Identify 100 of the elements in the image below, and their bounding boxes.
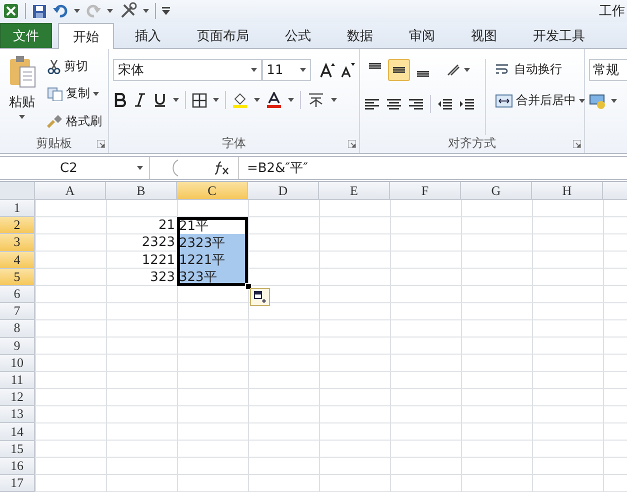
table-cell: 1221平 xyxy=(177,252,248,269)
increase-indent-icon[interactable] xyxy=(459,97,475,111)
insert-function-icon[interactable] xyxy=(214,161,230,175)
text-orientation-icon[interactable] xyxy=(446,63,462,77)
row-header[interactable]: 7 xyxy=(0,303,35,320)
row-header[interactable]: 10 xyxy=(0,354,35,372)
wrap-text-icon xyxy=(495,62,511,76)
number-format-field[interactable]: 常规 xyxy=(589,59,627,81)
ribbon-tab[interactable]: 页面布局 xyxy=(182,23,264,48)
column-header[interactable]: E xyxy=(319,182,390,200)
column-header[interactable]: F xyxy=(390,182,461,200)
align-right-icon[interactable] xyxy=(408,97,424,111)
row-header[interactable]: 9 xyxy=(0,338,35,355)
column-header[interactable]: B xyxy=(106,182,177,200)
merge-center-button[interactable]: 合并后居中 xyxy=(492,90,588,111)
phonetic-guide-icon[interactable] xyxy=(307,92,325,108)
ribbon-tab[interactable]: 视图 xyxy=(456,23,512,48)
column-header[interactable]: D xyxy=(248,182,319,200)
caret-icon xyxy=(331,98,337,102)
caret-icon xyxy=(107,9,113,13)
row-header[interactable]: 6 xyxy=(0,286,35,304)
group-label: 字体 xyxy=(221,135,247,152)
row-header[interactable]: 16 xyxy=(0,458,35,475)
bold-icon[interactable] xyxy=(113,93,127,107)
align-center-icon[interactable] xyxy=(386,97,402,111)
ribbon-tab[interactable]: 插入 xyxy=(120,23,176,48)
caret-icon xyxy=(464,68,470,72)
row-header[interactable]: 8 xyxy=(0,320,35,338)
row-header[interactable]: 4 xyxy=(0,252,35,269)
customize-toolbar-icon[interactable] xyxy=(162,7,170,15)
column-header[interactable]: G xyxy=(461,182,532,200)
font-color-icon[interactable] xyxy=(266,92,282,108)
caret-icon xyxy=(143,9,149,13)
paintbrush-icon xyxy=(47,114,63,128)
row-header[interactable]: 12 xyxy=(0,389,35,406)
vertical-align-icon xyxy=(369,63,381,69)
underline-icon[interactable] xyxy=(153,93,167,107)
row-header[interactable]: 11 xyxy=(0,372,35,390)
caret-icon xyxy=(254,98,260,102)
cut-button[interactable]: 剪切 xyxy=(44,56,105,78)
dropdown-caret-icon xyxy=(137,166,143,170)
row-header[interactable]: 2 xyxy=(0,217,35,234)
scissors-icon xyxy=(47,60,61,74)
format-painter-button[interactable]: 格式刷 xyxy=(44,110,105,132)
ribbon-tab[interactable]: 公式 xyxy=(270,23,326,48)
caret-icon xyxy=(300,68,306,72)
row-header[interactable]: 17 xyxy=(0,475,35,492)
row-header[interactable]: 13 xyxy=(0,406,35,424)
caret-icon xyxy=(213,98,219,102)
wrap-text-button[interactable]: 自动换行 xyxy=(492,59,588,80)
vertical-align-button[interactable] xyxy=(388,59,410,81)
caret-icon xyxy=(74,9,80,13)
auto-fill-options-button[interactable] xyxy=(250,288,270,306)
dialog-launcher-icon[interactable] xyxy=(573,140,581,148)
caret-icon xyxy=(611,99,617,103)
formula-input[interactable]: =B2&″平″ xyxy=(239,159,308,177)
copy-icon xyxy=(47,86,63,101)
table-cell: 21平 xyxy=(177,217,248,234)
ribbon-tab[interactable]: 审阅 xyxy=(394,23,450,48)
borders-icon[interactable] xyxy=(192,92,207,108)
caret-icon xyxy=(250,68,257,72)
row-header[interactable]: 3 xyxy=(0,234,35,252)
dialog-launcher-icon[interactable] xyxy=(97,140,105,148)
clipboard-icon xyxy=(8,55,36,89)
decrease-indent-icon[interactable] xyxy=(437,97,453,111)
tools-icon[interactable] xyxy=(119,2,137,20)
row-header[interactable]: 5 xyxy=(0,268,35,286)
row-header[interactable]: 1 xyxy=(0,200,35,218)
grow-font-icon[interactable] xyxy=(319,62,336,78)
undo-icon[interactable] xyxy=(53,4,68,18)
font-name-field[interactable]: 宋体 xyxy=(113,59,262,81)
spreadsheet-app-icon xyxy=(3,3,19,19)
row-header[interactable]: 14 xyxy=(0,423,35,441)
column-header[interactable]: A xyxy=(35,182,106,200)
window-title: 工作 xyxy=(599,3,626,20)
caret-icon xyxy=(579,98,585,102)
font-size-field[interactable]: 11 xyxy=(262,59,312,81)
italic-icon[interactable] xyxy=(133,93,147,107)
copy-button[interactable]: 复制 xyxy=(44,83,105,104)
merge-cells-icon xyxy=(495,94,513,108)
row-header[interactable]: 15 xyxy=(0,440,35,458)
group-label: 对齐方式 xyxy=(447,135,497,152)
fill-bucket-icon[interactable] xyxy=(232,92,248,108)
vertical-align-icon xyxy=(393,67,405,73)
caret-icon xyxy=(93,92,99,96)
ribbon-tab[interactable]: 数据 xyxy=(332,23,388,48)
column-header[interactable]: H xyxy=(532,182,603,200)
file-menu-tab[interactable]: 文件 xyxy=(0,23,52,48)
fill-handle[interactable] xyxy=(245,282,252,290)
paste-button[interactable]: 粘贴 xyxy=(4,53,40,135)
name-box[interactable]: C2 xyxy=(0,157,150,179)
save-icon[interactable] xyxy=(32,4,47,18)
table-cell: 2323平 xyxy=(177,234,248,252)
column-header[interactable]: C xyxy=(177,182,248,200)
ribbon-tab[interactable]: 开发工具 xyxy=(518,23,600,48)
align-left-icon[interactable] xyxy=(364,97,380,111)
shrink-font-icon[interactable] xyxy=(339,62,355,78)
dialog-launcher-icon[interactable] xyxy=(348,140,356,148)
ribbon-tab[interactable]: 开始 xyxy=(58,23,114,49)
caret-icon xyxy=(173,98,179,102)
